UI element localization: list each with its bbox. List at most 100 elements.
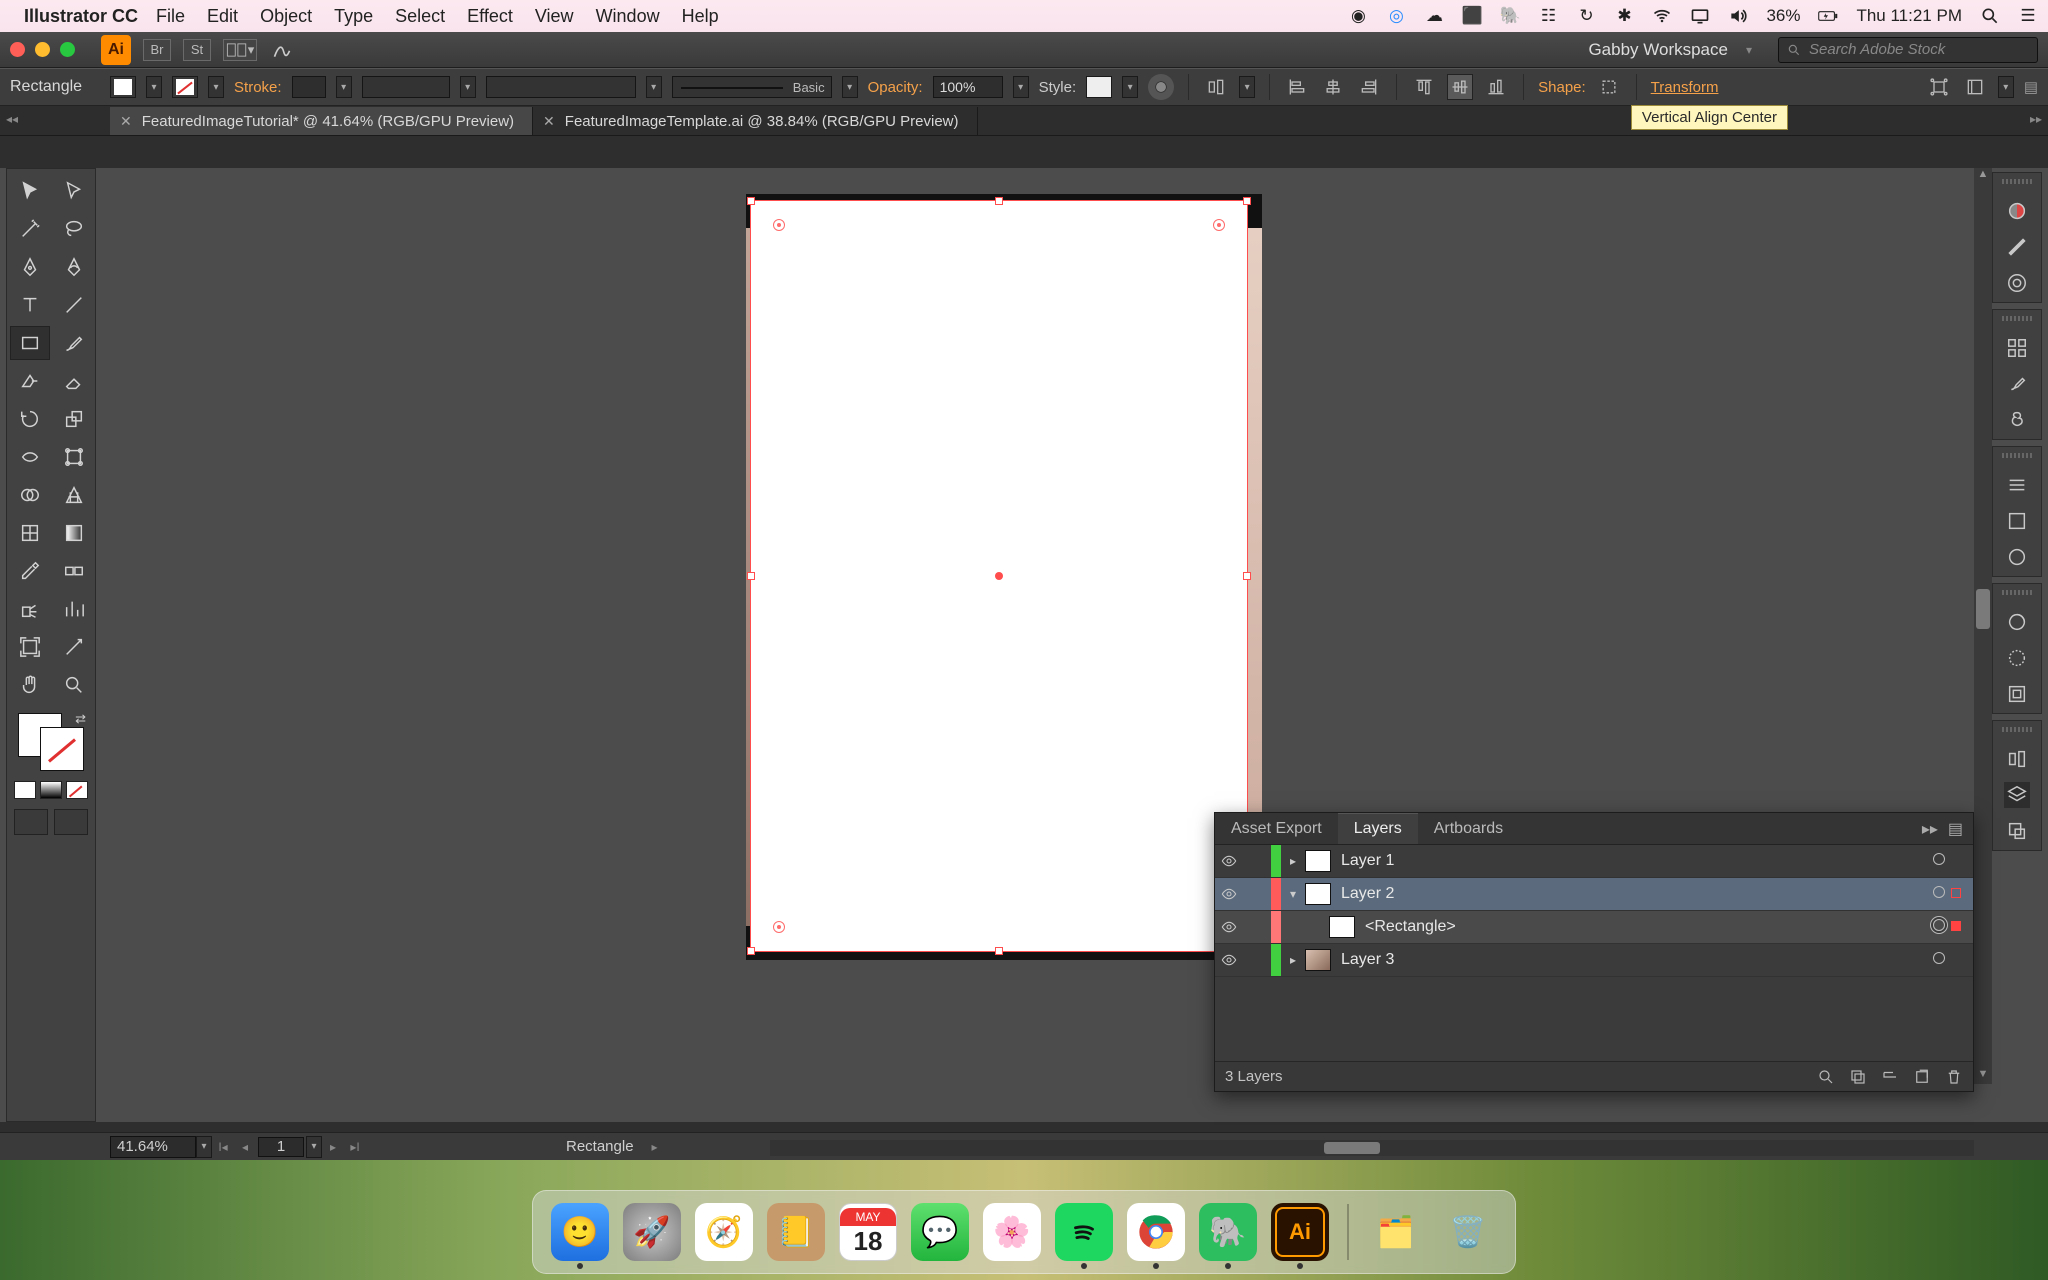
gradient-panel-icon[interactable]	[2004, 508, 2030, 534]
variable-width-profile[interactable]	[362, 76, 450, 98]
wifi-icon[interactable]	[1652, 6, 1672, 26]
target-icon[interactable]	[1927, 918, 1951, 936]
stroke-color-box[interactable]	[40, 727, 84, 771]
shaper-tool[interactable]	[11, 365, 49, 397]
menu-help[interactable]: Help	[682, 6, 719, 27]
dock-chrome[interactable]	[1127, 1203, 1185, 1261]
color-panel-icon[interactable]	[2004, 198, 2030, 224]
close-tab-icon[interactable]: ✕	[543, 113, 555, 130]
layers-panel-icon[interactable]	[2004, 782, 2030, 808]
create-sublayer-icon[interactable]	[1881, 1068, 1899, 1086]
arrange-documents-button[interactable]: ▾	[223, 39, 257, 61]
perspective-grid-tool[interactable]	[55, 479, 93, 511]
width-tool[interactable]	[11, 441, 49, 473]
stroke-panel-icon[interactable]	[2004, 472, 2030, 498]
document-tab-2[interactable]: ✕ FeaturedImageTemplate.ai @ 38.84% (RGB…	[533, 107, 977, 135]
new-layer-icon[interactable]	[1913, 1068, 1931, 1086]
symbol-sprayer-tool[interactable]	[11, 593, 49, 625]
align-panel-icon[interactable]	[2004, 746, 2030, 772]
close-tab-icon[interactable]: ✕	[120, 113, 132, 130]
window-close-button[interactable]	[10, 42, 25, 57]
draw-mode-toggle[interactable]	[14, 809, 48, 835]
visibility-toggle[interactable]	[1215, 853, 1243, 869]
layer-row-layer1[interactable]: ▸ Layer 1	[1215, 845, 1973, 878]
stock-button[interactable]: St	[183, 39, 211, 61]
menu-object[interactable]: Object	[260, 6, 312, 27]
selection-indicator[interactable]	[1951, 885, 1973, 903]
cloud-sync-icon[interactable]: ☁	[1424, 6, 1444, 26]
target-icon[interactable]	[1927, 852, 1951, 870]
shape-label[interactable]: Shape:	[1538, 79, 1586, 96]
shape-properties-button[interactable]	[1596, 74, 1622, 100]
menu-file[interactable]: File	[156, 6, 185, 27]
libraries-panel-icon[interactable]	[2004, 609, 2030, 635]
visibility-toggle[interactable]	[1215, 919, 1243, 935]
last-artboard-button[interactable]: ▸I	[344, 1137, 366, 1157]
brushes-panel-icon[interactable]	[2004, 371, 2030, 397]
stroke-weight-input[interactable]	[292, 76, 326, 98]
expand-toggle[interactable]: ▾	[1281, 887, 1305, 901]
battery-charging-icon[interactable]	[1818, 6, 1838, 26]
color-guide-panel-icon[interactable]	[2004, 234, 2030, 260]
artboard-dropdown[interactable]	[306, 1136, 322, 1158]
gradient-tool[interactable]	[55, 517, 93, 549]
menu-edit[interactable]: Edit	[207, 6, 238, 27]
color-mode-none[interactable]	[66, 781, 88, 799]
selection-indicator[interactable]	[1951, 918, 1973, 936]
eyedropper-tool[interactable]	[11, 555, 49, 587]
symbols-panel-icon[interactable]	[2004, 407, 2030, 433]
lasso-tool[interactable]	[55, 213, 93, 245]
swatches-panel-icon[interactable]	[2004, 335, 2030, 361]
target-icon[interactable]	[1927, 951, 1951, 969]
appearance-panel-icon[interactable]	[2004, 645, 2030, 671]
brush-definition[interactable]: Basic	[672, 76, 832, 98]
app-menulet-icon[interactable]: ◎	[1386, 6, 1406, 26]
dock-drag-handle[interactable]	[2002, 316, 2032, 321]
prev-artboard-button[interactable]: ◂	[234, 1137, 256, 1157]
line-segment-tool[interactable]	[55, 289, 93, 321]
artboard[interactable]	[750, 200, 1248, 952]
screen-mode-toggle[interactable]	[54, 809, 88, 835]
tab-layers[interactable]: Layers	[1338, 813, 1418, 844]
opacity-input[interactable]: 100%	[933, 76, 1003, 98]
horizontal-scrollbar[interactable]	[770, 1140, 1974, 1156]
expand-toggle[interactable]: ▸	[1281, 953, 1305, 967]
opacity-label[interactable]: Opacity:	[868, 79, 923, 96]
make-clipping-mask-icon[interactable]	[1849, 1068, 1867, 1086]
visibility-toggle[interactable]	[1215, 886, 1243, 902]
horizontal-scroll-thumb[interactable]	[1324, 1142, 1380, 1154]
menu-view[interactable]: View	[535, 6, 574, 27]
vertical-align-top-button[interactable]	[1411, 74, 1437, 100]
workspace-caret-icon[interactable]: ▾	[1746, 43, 1752, 57]
status-info-dropdown[interactable]: ▸	[644, 1137, 666, 1157]
layer-name[interactable]: Layer 2	[1341, 885, 1927, 903]
stroke-weight-dropdown[interactable]	[336, 76, 352, 98]
notification-center-icon[interactable]: ☰	[2018, 6, 2038, 26]
fill-dropdown[interactable]	[146, 76, 162, 98]
dock-launchpad[interactable]: 🚀	[623, 1203, 681, 1261]
dock-finder[interactable]: 🙂	[551, 1203, 609, 1261]
type-tool[interactable]	[11, 289, 49, 321]
spotlight-icon[interactable]	[1980, 6, 2000, 26]
blend-tool[interactable]	[55, 555, 93, 587]
menu-type[interactable]: Type	[334, 6, 373, 27]
scroll-down-arrow[interactable]: ▼	[1974, 1068, 1992, 1084]
transform-panel-link[interactable]: Transform	[1651, 79, 1719, 96]
stroke-dropdown[interactable]	[208, 76, 224, 98]
menu-window[interactable]: Window	[596, 6, 660, 27]
document-tab-1[interactable]: ✕ FeaturedImageTutorial* @ 41.64% (RGB/G…	[110, 107, 533, 135]
dock-drag-handle[interactable]	[2002, 590, 2032, 595]
search-adobe-stock-input[interactable]: Search Adobe Stock	[1778, 37, 2038, 63]
layer-row-layer2[interactable]: ▾ Layer 2	[1215, 878, 1973, 911]
dock-drag-handle[interactable]	[2002, 727, 2032, 732]
transparency-panel-icon[interactable]	[2004, 544, 2030, 570]
dock-messages[interactable]: 💬	[911, 1203, 969, 1261]
layers-panel[interactable]: Asset Export Layers Artboards ▸▸ ▤ ▸ Lay…	[1214, 812, 1974, 1092]
dock-contacts[interactable]: 📒	[767, 1203, 825, 1261]
menu-effect[interactable]: Effect	[467, 6, 513, 27]
free-transform-tool[interactable]	[55, 441, 93, 473]
fill-swatch[interactable]	[110, 76, 136, 98]
pen-tool[interactable]	[11, 251, 49, 283]
artboard-tool[interactable]	[11, 631, 49, 663]
dock-trash[interactable]: 🗑️	[1439, 1203, 1497, 1261]
